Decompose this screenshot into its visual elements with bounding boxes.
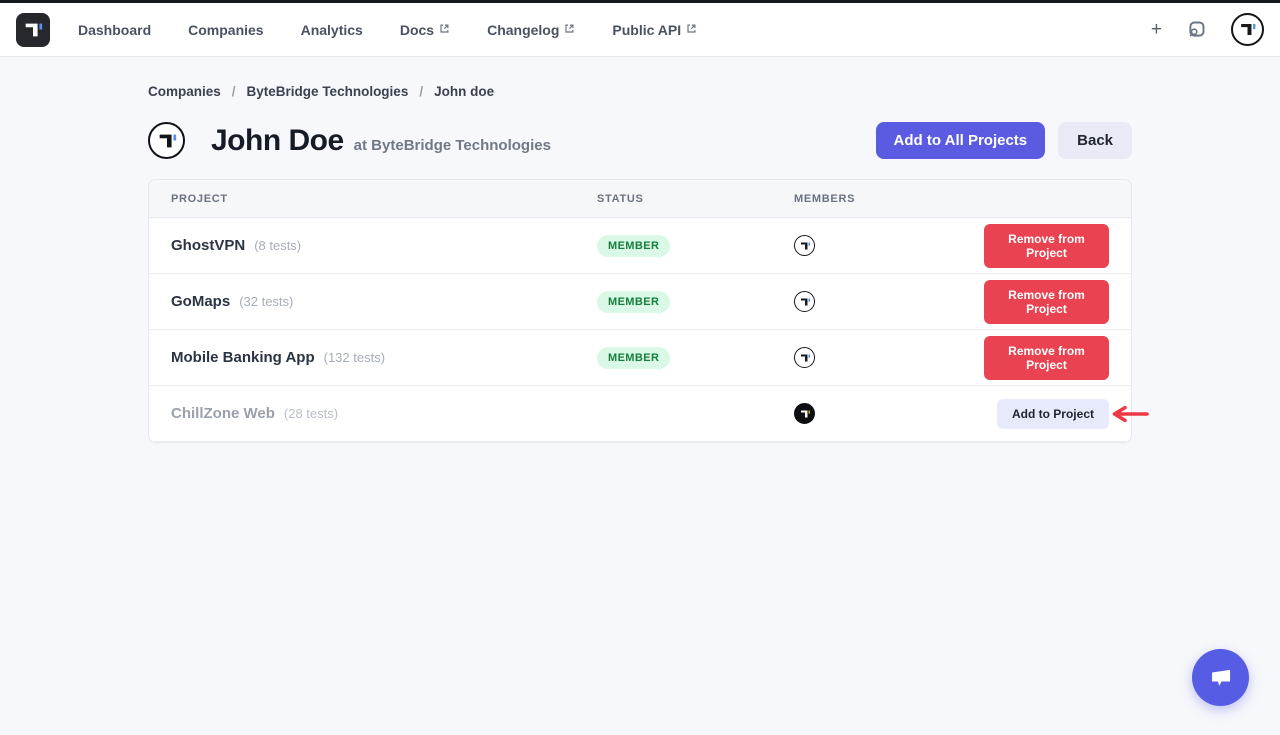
- add-to-project-button[interactable]: Add to Project: [997, 399, 1109, 429]
- member-avatar-dark: [794, 403, 815, 424]
- nav-label: Public API: [612, 22, 681, 38]
- projects-table: PROJECT STATUS MEMBERS GhostVPN (8 tests…: [148, 179, 1132, 443]
- project-name: Mobile Banking App: [171, 349, 315, 366]
- breadcrumb-companies[interactable]: Companies: [148, 84, 221, 99]
- page-content: Companies / ByteBridge Technologies / Jo…: [148, 84, 1132, 443]
- project-tests-count: (8 tests): [254, 238, 301, 253]
- status-badge: MEMBER: [597, 235, 670, 257]
- column-header-status: STATUS: [597, 193, 794, 205]
- members-cell: [794, 403, 984, 424]
- avatar-t-icon: [156, 130, 178, 152]
- status-cell: MEMBER: [597, 347, 794, 369]
- breadcrumb-separator: /: [232, 84, 236, 99]
- external-link-icon: [686, 23, 697, 34]
- title-bar: John Doe at ByteBridge Technologies Add …: [148, 122, 1132, 159]
- avatar-t-icon: [799, 240, 811, 252]
- logo-t-icon: [22, 19, 44, 41]
- status-cell: MEMBER: [597, 291, 794, 313]
- action-cell: Remove from Project: [984, 280, 1131, 324]
- avatar-t-icon: [799, 352, 811, 364]
- table-row-chillzone-web: ChillZone Web (28 tests) Add to Project: [149, 386, 1131, 442]
- members-cell: [794, 235, 984, 256]
- doc-search-icon[interactable]: [1186, 19, 1207, 40]
- table-header-row: PROJECT STATUS MEMBERS: [149, 180, 1131, 218]
- nav-item-public-api[interactable]: Public API: [612, 22, 697, 38]
- page-subtitle: at ByteBridge Technologies: [354, 137, 551, 154]
- page-title: John Doe: [211, 126, 344, 156]
- status-cell: MEMBER: [597, 235, 794, 257]
- project-tests-count: (28 tests): [284, 406, 338, 421]
- title-actions: Add to All Projects Back: [876, 122, 1132, 159]
- nav-label: Changelog: [487, 22, 559, 38]
- remove-from-project-button[interactable]: Remove from Project: [984, 336, 1109, 380]
- project-cell: GhostVPN (8 tests): [149, 237, 597, 254]
- avatar-t-icon: [799, 408, 811, 420]
- remove-from-project-button[interactable]: Remove from Project: [984, 224, 1109, 268]
- main-nav: Dashboard Companies Analytics Docs Chang…: [78, 22, 697, 38]
- action-cell: Remove from Project: [984, 336, 1131, 380]
- nav-label: Analytics: [301, 22, 363, 38]
- remove-from-project-button[interactable]: Remove from Project: [984, 280, 1109, 324]
- project-cell: ChillZone Web (28 tests): [149, 405, 597, 422]
- breadcrumb: Companies / ByteBridge Technologies / Jo…: [148, 84, 1132, 99]
- nav-item-dashboard[interactable]: Dashboard: [78, 22, 151, 38]
- nav-item-changelog[interactable]: Changelog: [487, 22, 575, 38]
- breadcrumb-person[interactable]: John doe: [434, 84, 494, 99]
- member-avatar: [794, 235, 815, 256]
- avatar-t-icon: [799, 296, 811, 308]
- project-name: ChillZone Web: [171, 405, 275, 422]
- top-navbar: Dashboard Companies Analytics Docs Chang…: [0, 3, 1280, 57]
- nav-item-companies[interactable]: Companies: [188, 22, 263, 38]
- nav-label: Dashboard: [78, 22, 151, 38]
- project-cell: Mobile Banking App (132 tests): [149, 349, 597, 366]
- person-avatar: [148, 122, 185, 159]
- nav-label: Companies: [188, 22, 263, 38]
- table-row-gomaps: GoMaps (32 tests) MEMBER Remove from Pro…: [149, 274, 1131, 330]
- add-to-all-projects-button[interactable]: Add to All Projects: [876, 122, 1046, 159]
- external-link-icon: [564, 23, 575, 34]
- project-name: GhostVPN: [171, 237, 245, 254]
- status-badge: MEMBER: [597, 291, 670, 313]
- status-badge: MEMBER: [597, 347, 670, 369]
- avatar-t-icon: [1238, 20, 1257, 39]
- action-cell: Remove from Project: [984, 224, 1131, 268]
- navbar-right: +: [1151, 13, 1264, 46]
- breadcrumb-company[interactable]: ByteBridge Technologies: [247, 84, 409, 99]
- project-tests-count: (32 tests): [239, 294, 293, 309]
- project-name: GoMaps: [171, 293, 230, 310]
- project-cell: GoMaps (32 tests): [149, 293, 597, 310]
- nav-label: Docs: [400, 22, 434, 38]
- column-header-members: MEMBERS: [794, 193, 984, 205]
- member-avatar: [794, 291, 815, 312]
- chat-widget-button[interactable]: [1192, 649, 1249, 706]
- user-avatar[interactable]: [1231, 13, 1264, 46]
- members-cell: [794, 291, 984, 312]
- action-cell: Add to Project: [997, 399, 1131, 429]
- back-button[interactable]: Back: [1058, 122, 1132, 159]
- table-row-mobile-banking-app: Mobile Banking App (132 tests) MEMBER Re…: [149, 330, 1131, 386]
- chat-bubble-icon: [1207, 664, 1234, 691]
- member-avatar: [794, 347, 815, 368]
- project-tests-count: (132 tests): [324, 350, 385, 365]
- nav-item-docs[interactable]: Docs: [400, 22, 450, 38]
- table-row-ghostvpn: GhostVPN (8 tests) MEMBER Remove from Pr…: [149, 218, 1131, 274]
- members-cell: [794, 347, 984, 368]
- breadcrumb-separator: /: [419, 84, 423, 99]
- app-logo[interactable]: [16, 13, 50, 47]
- external-link-icon: [439, 23, 450, 34]
- column-header-project: PROJECT: [149, 193, 597, 205]
- plus-icon[interactable]: +: [1151, 20, 1162, 39]
- nav-item-analytics[interactable]: Analytics: [301, 22, 363, 38]
